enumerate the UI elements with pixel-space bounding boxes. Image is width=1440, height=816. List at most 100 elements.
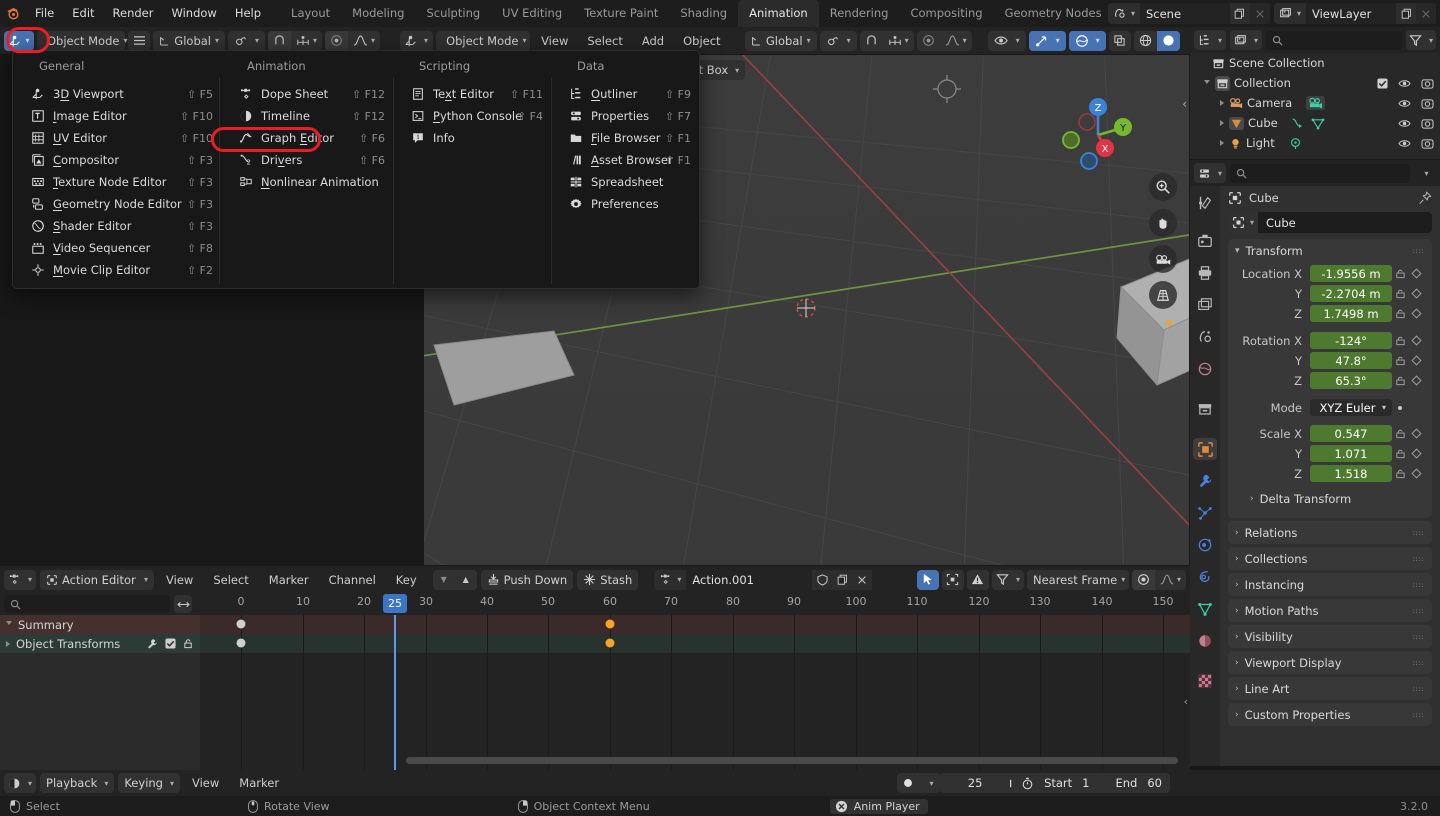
- keyframe-diamond-icon[interactable]: [1408, 308, 1424, 319]
- timeline-editor-type-button[interactable]: ▾: [4, 773, 37, 793]
- start-frame-value[interactable]: 1: [1082, 776, 1089, 790]
- timeline-menu-view[interactable]: View: [184, 773, 227, 793]
- expander-right-icon[interactable]: [1220, 140, 1224, 146]
- scene-field[interactable]: ▾ Scene: [1107, 3, 1270, 24]
- camera-render-icon[interactable]: [1421, 98, 1434, 109]
- scene-icon[interactable]: ▾: [1107, 3, 1140, 24]
- menu-item-timeline[interactable]: Timeline ⇧ F12: [221, 105, 393, 127]
- dopesheet-keyframe-area[interactable]: [200, 615, 1190, 770]
- menu-help[interactable]: Help: [226, 0, 270, 27]
- properties-tab-output[interactable]: [1193, 262, 1217, 284]
- dopesheet-menu-view[interactable]: View: [158, 570, 201, 590]
- close-icon[interactable]: [835, 800, 848, 813]
- menu-item-3d-viewport[interactable]: 3D Viewport ⇧ F5: [13, 83, 221, 105]
- chevron-right-icon[interactable]: ›: [1235, 710, 1239, 720]
- only-selected-toggle[interactable]: [941, 569, 964, 590]
- action-next-icon[interactable]: ▲: [455, 570, 477, 590]
- zoom-icon[interactable]: [1149, 173, 1177, 201]
- keyframe-diamond-icon[interactable]: [1408, 448, 1424, 459]
- menu-item-nonlinear-animation[interactable]: Nonlinear Animation: [221, 171, 393, 193]
- visibility-selector[interactable]: ▾: [987, 30, 1026, 51]
- keyframe-interpolation-icon[interactable]: ▾: [1155, 570, 1186, 590]
- delta-transform-subpanel[interactable]: › Delta Transform: [1250, 487, 1424, 510]
- eye-icon[interactable]: [1398, 138, 1411, 149]
- channel-checkbox-icon[interactable]: [165, 638, 176, 649]
- proportional-falloff-icon[interactable]: ▾: [348, 31, 380, 51]
- lock-icon[interactable]: [1392, 448, 1408, 459]
- keyframe-diamond-icon[interactable]: [1408, 468, 1424, 479]
- workspace-tab-uv-editing[interactable]: UV Editing: [491, 0, 573, 27]
- snap-mode-icon[interactable]: ▾: [291, 31, 322, 51]
- object-name-value[interactable]: Cube: [1258, 216, 1296, 230]
- location-y-value[interactable]: -2.2704 m: [1310, 285, 1392, 302]
- chevron-right-icon[interactable]: ›: [1250, 494, 1254, 504]
- current-frame-indicator[interactable]: 25: [383, 594, 407, 613]
- viewport-menu-view[interactable]: View: [533, 31, 576, 51]
- push-down-button[interactable]: Push Down: [480, 569, 574, 590]
- properties-tab-render[interactable]: [1193, 230, 1217, 252]
- animation-data-icon[interactable]: [1290, 117, 1304, 129]
- menu-render[interactable]: Render: [104, 0, 163, 27]
- dopesheet-menu-marker[interactable]: Marker: [261, 570, 317, 590]
- workspace-tab-sculpting[interactable]: Sculpting: [415, 0, 491, 27]
- chevron-right-icon[interactable]: ›: [1235, 658, 1239, 668]
- eye-icon[interactable]: [1398, 118, 1411, 129]
- dopesheet-menu-select[interactable]: Select: [205, 570, 256, 590]
- panel-motion-paths[interactable]: › Motion Paths ::::: [1228, 599, 1432, 622]
- editor-type-button[interactable]: ▾: [4, 30, 34, 51]
- menu-item-text-editor[interactable]: Text Editor ⇧ F11: [393, 83, 551, 105]
- mesh-data-icon[interactable]: [1311, 117, 1325, 130]
- drag-grip-icon[interactable]: ::::: [1413, 659, 1424, 666]
- current-frame-field[interactable]: 25: [940, 773, 1011, 793]
- action-name-value[interactable]: Action.001: [686, 573, 812, 587]
- menu-item-dope-sheet[interactable]: Dope Sheet ⇧ F12: [221, 83, 393, 105]
- menu-item-compositor[interactable]: Compositor ⇧ F3: [13, 149, 221, 171]
- keyframe-marker[interactable]: [236, 619, 246, 629]
- shading-wireframe-icon[interactable]: [1134, 31, 1157, 51]
- snap-mode-selector[interactable]: Nearest Frame ▾: [1026, 569, 1129, 590]
- channel-row-object-transforms[interactable]: Object Transforms: [0, 634, 200, 653]
- menu-item-spreadsheet[interactable]: Spreadsheet: [551, 171, 699, 193]
- dopesheet-menu-key[interactable]: Key: [388, 570, 425, 590]
- outliner-row-light[interactable]: Light: [1190, 133, 1440, 153]
- properties-options-button[interactable]: ▾: [1414, 163, 1436, 183]
- expander-down-icon[interactable]: [6, 621, 12, 628]
- keyframe-row-object-transforms[interactable]: [200, 634, 1190, 653]
- pin-icon[interactable]: [1418, 191, 1432, 205]
- menu-item-asset-browser[interactable]: Asset Browser ⇧ F1: [551, 149, 699, 171]
- properties-tab-collection[interactable]: [1193, 398, 1217, 420]
- viewport-orientation-selector[interactable]: Global ▾: [744, 30, 817, 51]
- overlays-toggle[interactable]: ▾: [1068, 30, 1106, 51]
- menu-window[interactable]: Window: [162, 0, 225, 27]
- keyframe-diamond-icon[interactable]: [1408, 355, 1424, 366]
- transform-panel-header[interactable]: ▾ Transform ::::: [1228, 239, 1432, 262]
- keyframe-marker[interactable]: [605, 619, 615, 629]
- menu-item-drivers[interactable]: 2 Drivers ⇧ F6: [221, 149, 393, 171]
- viewlayer-field[interactable]: ▾ ViewLayer: [1273, 3, 1436, 24]
- keying-popover-button[interactable]: Keying ▾: [118, 773, 180, 793]
- properties-tab-world[interactable]: [1193, 358, 1217, 380]
- editor-menus-icon[interactable]: [128, 30, 150, 51]
- viewport-object-mode-selector[interactable]: Object Mode ▾: [436, 30, 531, 51]
- panel-viewport-display[interactable]: › Viewport Display ::::: [1228, 651, 1432, 674]
- record-auto-keying-icon[interactable]: [897, 773, 919, 793]
- outliner-editor-type-button[interactable]: ▾: [1194, 30, 1227, 50]
- navigation-gizmo[interactable]: Z Y X: [1049, 83, 1147, 181]
- properties-editor[interactable]: ▾ ▾ Cube ▾ Cube ▾ Transform:::: Locatio…: [1190, 160, 1440, 766]
- drag-grip-icon[interactable]: ::::: [1413, 247, 1424, 254]
- chevron-right-icon[interactable]: ›: [1235, 554, 1239, 564]
- shading-solid-icon[interactable]: [1156, 30, 1180, 51]
- viewport-falloff-icon[interactable]: ▾: [940, 31, 972, 51]
- action-icon[interactable]: ▾: [654, 569, 687, 590]
- keyframe-diamond-icon[interactable]: [1408, 428, 1424, 439]
- outliner-row-scene-collection[interactable]: Scene Collection: [1190, 53, 1440, 73]
- camera-data-icon[interactable]: [1306, 96, 1326, 110]
- blender-logo-icon[interactable]: [0, 6, 26, 21]
- drag-grip-icon[interactable]: ::::: [1413, 529, 1424, 536]
- transform-orientation-selector[interactable]: Global ▾: [153, 30, 225, 51]
- lock-icon[interactable]: [1392, 268, 1408, 279]
- fake-user-shield-icon[interactable]: [812, 569, 833, 590]
- menu-item-graph-editor[interactable]: Graph Editor ⇧ F6: [221, 127, 393, 149]
- frame-range-fields[interactable]: Start 1 End 60: [1013, 773, 1170, 793]
- object-name-field[interactable]: ▾ Cube: [1228, 212, 1432, 233]
